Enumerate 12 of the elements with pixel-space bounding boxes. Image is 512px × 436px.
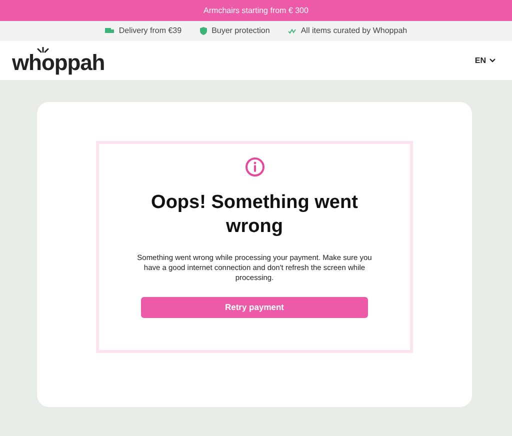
language-selector[interactable]: EN [474,54,496,66]
truck-icon [104,28,114,34]
error-title: Oops! Something went wrong [150,191,359,239]
logo[interactable]: whoppah [12,52,105,74]
usp-text: Buyer protection [212,25,270,37]
sparkle-icon [36,47,50,54]
promo-banner: Armchairs starting from € 300 [0,0,512,21]
usp-text: All items curated by Whoppah [300,25,408,37]
info-icon [244,157,264,177]
chevron-down-icon [489,58,496,63]
shield-icon [200,27,207,35]
usp-text: Delivery from €39 [118,25,182,37]
